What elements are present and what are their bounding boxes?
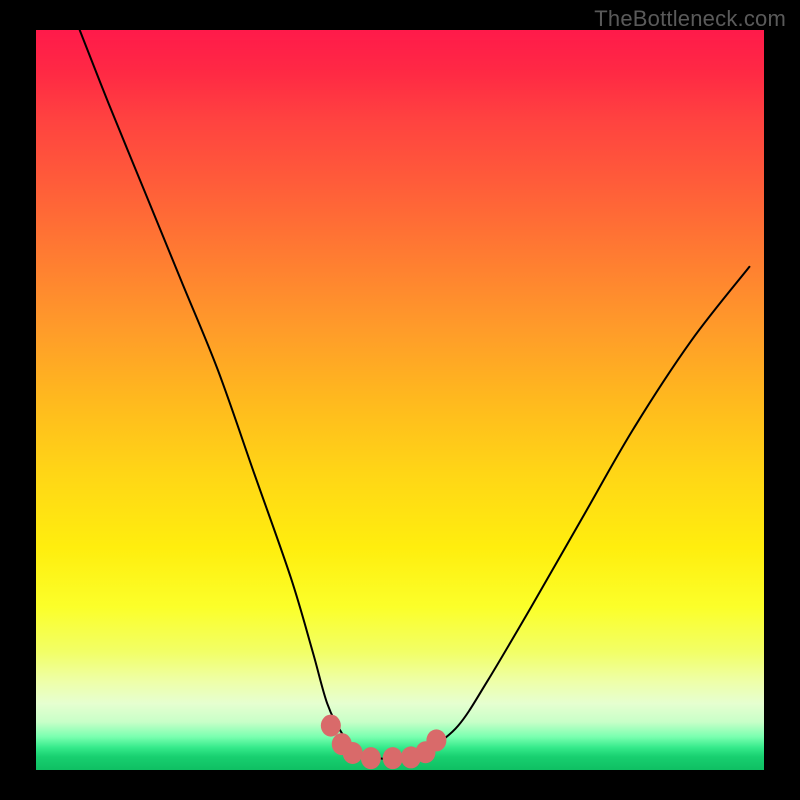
minimum-marker xyxy=(361,747,381,769)
bottleneck-curve xyxy=(80,30,750,759)
minimum-markers xyxy=(321,715,447,770)
minimum-marker xyxy=(321,715,341,737)
bottleneck-curve-path xyxy=(80,30,750,759)
watermark-text: TheBottleneck.com xyxy=(594,6,786,32)
plot-area xyxy=(36,30,764,770)
chart-frame: TheBottleneck.com xyxy=(0,0,800,800)
curve-layer xyxy=(36,30,764,770)
minimum-marker xyxy=(343,742,363,764)
minimum-marker xyxy=(426,729,446,751)
minimum-marker xyxy=(383,747,403,769)
